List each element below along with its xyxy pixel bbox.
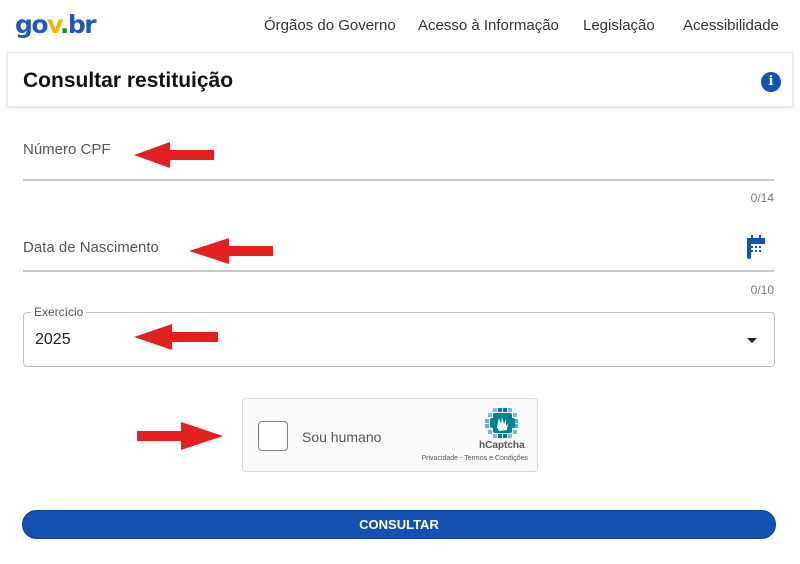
- hcaptcha-brand-label: hCaptcha: [479, 440, 525, 451]
- birthdate-field[interactable]: Data de Nascimento: [23, 212, 774, 272]
- cpf-char-counter: 0/14: [750, 191, 774, 205]
- captcha-legal-links: Privacidade - Termos e Condições: [422, 454, 529, 463]
- logo-part-v: v: [47, 10, 61, 39]
- birthdate-field-underline: [23, 270, 774, 272]
- exercicio-select-legend: Exercício: [31, 305, 87, 319]
- annotation-arrow-birthdate: [189, 238, 273, 264]
- info-icon[interactable]: i: [761, 72, 781, 92]
- title-card: Consultar restituição i: [7, 52, 793, 106]
- hcaptcha-widget: Sou humano hCaptcha Privacidade - Termos…: [242, 398, 538, 472]
- cpf-field-label: Número CPF: [23, 141, 111, 158]
- captcha-checkbox[interactable]: [258, 421, 288, 451]
- logo-part-br: br: [67, 10, 97, 39]
- nav-acessibilidade[interactable]: Acessibilidade: [683, 17, 779, 35]
- keyboard-icon[interactable]: [746, 143, 766, 161]
- captcha-label: Sou humano: [302, 429, 382, 445]
- exercicio-selected-value: 2025: [35, 331, 71, 348]
- nav-legislacao[interactable]: Legislação: [583, 17, 655, 35]
- page-title: Consultar restituição: [23, 69, 234, 92]
- captcha-privacy-link[interactable]: Privacidade: [422, 455, 459, 462]
- cpf-field-underline: [23, 179, 774, 181]
- calendar-icon[interactable]: [746, 235, 766, 259]
- chevron-down-icon[interactable]: [747, 338, 757, 343]
- top-bar: gov.br Órgãos do Governo Acesso à Inform…: [0, 0, 800, 52]
- logo-part-dot: .: [59, 10, 70, 39]
- birthdate-field-label: Data de Nascimento: [23, 239, 159, 256]
- birthdate-char-counter: 0/10: [750, 283, 774, 297]
- annotation-arrow-captcha: [137, 422, 223, 450]
- logo-part-go: go: [15, 10, 49, 39]
- govbr-logo[interactable]: gov.br: [15, 10, 97, 39]
- annotation-arrow-cpf: [134, 142, 214, 168]
- nav-orgaos-do-governo[interactable]: Órgãos do Governo: [264, 17, 396, 35]
- hcaptcha-logo-icon: [485, 408, 518, 438]
- captcha-terms-link[interactable]: Termos e Condições: [464, 455, 528, 462]
- consultar-button[interactable]: CONSULTAR: [22, 510, 776, 539]
- annotation-arrow-exercicio: [134, 324, 218, 350]
- nav-acesso-a-informacao[interactable]: Acesso à Informação: [418, 17, 559, 35]
